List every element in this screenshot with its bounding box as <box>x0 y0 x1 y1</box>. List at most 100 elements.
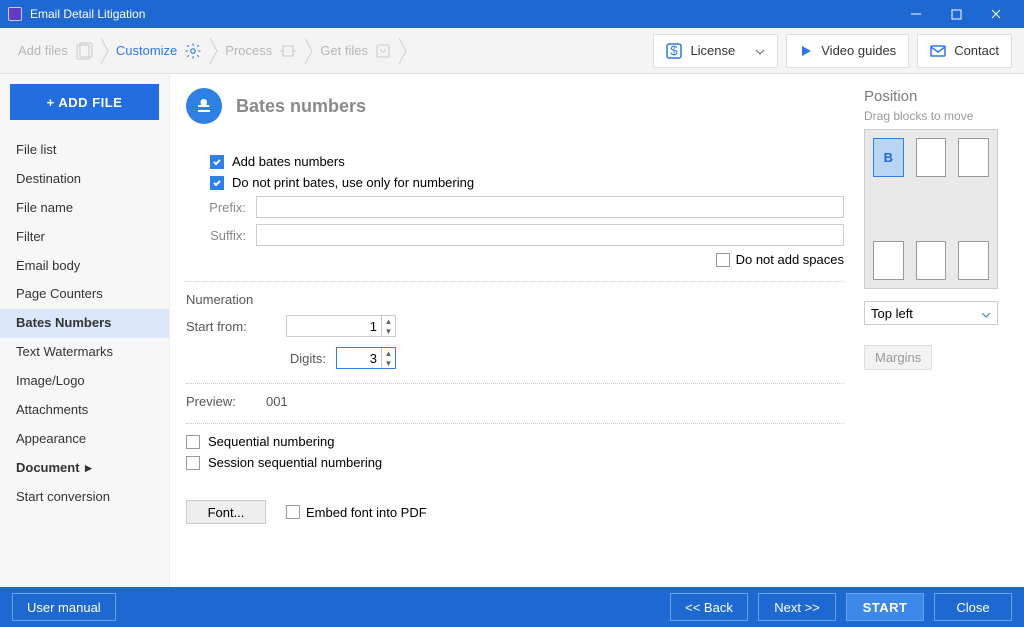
crumb-customize[interactable]: Customize <box>110 34 209 68</box>
breadcrumb-separator <box>304 36 314 66</box>
divider <box>186 383 844 384</box>
video-guides-button[interactable]: Video guides <box>786 34 909 68</box>
crumb-process[interactable]: Process <box>219 34 304 68</box>
nav-text-watermarks[interactable]: Text Watermarks <box>0 338 169 367</box>
play-icon <box>799 44 813 58</box>
preview-value: 001 <box>266 394 288 409</box>
crumb-label: Add files <box>18 43 68 58</box>
toolbar: Add files Customize Process Get files $L… <box>0 28 1024 74</box>
crumb-add-files[interactable]: Add files <box>12 34 100 68</box>
row-digits: Digits: 3 ▲▼ <box>186 347 844 369</box>
nav-destination[interactable]: Destination <box>0 165 169 194</box>
svg-text:$: $ <box>671 43 679 58</box>
prefix-label: Prefix: <box>186 200 246 215</box>
chevron-right-icon: ▸ <box>82 460 92 475</box>
crumb-label: Process <box>225 43 272 58</box>
nav-document[interactable]: Document ▸ <box>0 454 169 483</box>
position-title: Position <box>864 88 1004 105</box>
pos-bottom-right[interactable] <box>958 241 989 280</box>
position-select[interactable]: Top left <box>864 301 998 325</box>
spinner-up[interactable]: ▲ <box>382 316 395 326</box>
spinner-down[interactable]: ▼ <box>382 358 395 368</box>
page-header: Bates numbers <box>186 88 844 124</box>
checkbox-no-print[interactable] <box>210 176 224 190</box>
nav-appearance[interactable]: Appearance <box>0 425 169 454</box>
row-prefix: Prefix: <box>186 196 844 218</box>
checkbox-no-spaces[interactable] <box>716 253 730 267</box>
close-button[interactable] <box>976 0 1016 28</box>
nav-filter[interactable]: Filter <box>0 223 169 252</box>
checkbox-embed-font[interactable] <box>286 505 300 519</box>
pos-mid-center <box>916 189 947 228</box>
gear-icon <box>183 42 203 60</box>
font-button[interactable]: Font... <box>186 500 266 524</box>
sidebar: + ADD FILE File list Destination File na… <box>0 74 170 587</box>
pos-bottom-left[interactable] <box>873 241 904 280</box>
page-title: Bates numbers <box>236 96 366 117</box>
nav-page-counters[interactable]: Page Counters <box>0 280 169 309</box>
main: Bates numbers Add bates numbers Do not p… <box>170 74 1024 587</box>
footer: User manual << Back Next >> START Close <box>0 587 1024 627</box>
chevron-down-icon <box>755 43 765 58</box>
start-from-spinner[interactable]: 1 ▲▼ <box>286 315 396 337</box>
nav-file-list[interactable]: File list <box>0 136 169 165</box>
position-panel: Position Drag blocks to move B Top left … <box>864 88 1004 587</box>
suffix-label: Suffix: <box>186 228 246 243</box>
spinner-up[interactable]: ▲ <box>382 348 395 358</box>
app-icon <box>8 7 22 21</box>
suffix-input[interactable] <box>256 224 844 246</box>
next-button[interactable]: Next >> <box>758 593 836 621</box>
pos-top-left[interactable]: B <box>873 138 904 177</box>
pos-top-center[interactable] <box>916 138 947 177</box>
close-footer-button[interactable]: Close <box>934 593 1012 621</box>
sidebar-nav: File list Destination File name Filter E… <box>0 130 169 512</box>
button-label: Video guides <box>821 43 896 58</box>
nav-attachments[interactable]: Attachments <box>0 396 169 425</box>
window-controls <box>896 0 1016 28</box>
spinner-value: 3 <box>337 351 381 366</box>
license-button[interactable]: $License <box>653 34 778 68</box>
checkbox-label: Embed font into PDF <box>306 505 427 520</box>
breadcrumb-separator <box>209 36 219 66</box>
prefix-input[interactable] <box>256 196 844 218</box>
add-file-button[interactable]: + ADD FILE <box>10 84 159 120</box>
preview-label: Preview: <box>186 394 256 409</box>
pos-bottom-center[interactable] <box>916 241 947 280</box>
minimize-button[interactable] <box>896 0 936 28</box>
row-no-spaces: Do not add spaces <box>186 252 844 267</box>
nav-bates-numbers[interactable]: Bates Numbers <box>0 309 169 338</box>
divider <box>186 423 844 424</box>
chevron-down-icon <box>981 306 991 321</box>
process-icon <box>278 43 298 59</box>
contact-button[interactable]: Contact <box>917 34 1012 68</box>
checkbox-add-bates[interactable] <box>210 155 224 169</box>
back-button[interactable]: << Back <box>670 593 748 621</box>
digits-label: Digits: <box>226 351 326 366</box>
nav-email-body[interactable]: Email body <box>0 252 169 281</box>
row-font: Font... Embed font into PDF <box>186 500 844 524</box>
form-column: Bates numbers Add bates numbers Do not p… <box>186 88 844 587</box>
start-button[interactable]: START <box>846 593 924 621</box>
nav-image-logo[interactable]: Image/Logo <box>0 367 169 396</box>
nav-file-name[interactable]: File name <box>0 194 169 223</box>
margins-button[interactable]: Margins <box>864 345 932 370</box>
digits-spinner[interactable]: 3 ▲▼ <box>336 347 396 369</box>
pos-mid-right <box>958 189 989 228</box>
window-title: Email Detail Litigation <box>30 7 896 21</box>
row-no-print: Do not print bates, use only for numberi… <box>210 175 844 190</box>
position-grid[interactable]: B <box>864 129 998 289</box>
nav-start-conversion[interactable]: Start conversion <box>0 483 169 512</box>
crumb-get-files[interactable]: Get files <box>314 34 398 68</box>
checkbox-session-sequential[interactable] <box>186 456 200 470</box>
breadcrumb-separator <box>398 36 408 66</box>
row-preview: Preview: 001 <box>186 394 844 409</box>
mail-icon <box>930 45 946 57</box>
select-value: Top left <box>871 306 913 321</box>
maximize-button[interactable] <box>936 0 976 28</box>
button-label: Contact <box>954 43 999 58</box>
spinner-down[interactable]: ▼ <box>382 326 395 336</box>
body: + ADD FILE File list Destination File na… <box>0 74 1024 587</box>
user-manual-button[interactable]: User manual <box>12 593 116 621</box>
pos-top-right[interactable] <box>958 138 989 177</box>
checkbox-sequential[interactable] <box>186 435 200 449</box>
